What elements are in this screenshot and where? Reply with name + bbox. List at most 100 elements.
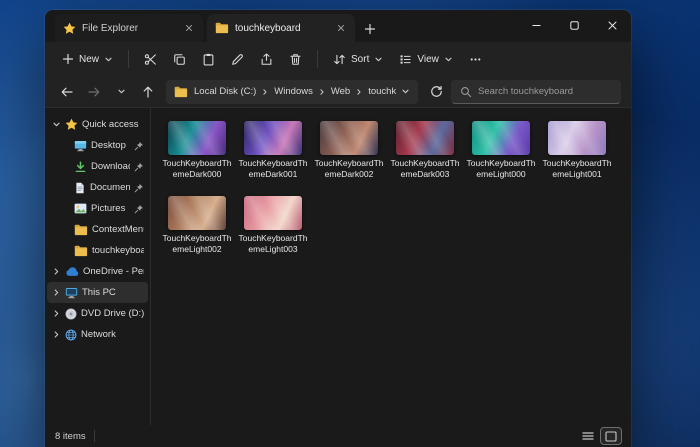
folder-icon — [174, 86, 188, 98]
copy-button[interactable] — [166, 46, 193, 72]
desktop-icon — [74, 140, 87, 152]
new-button-label: New — [79, 54, 99, 65]
breadcrumb[interactable]: Local Disk (C:) Windows Web touchkeyboard — [166, 80, 418, 104]
refresh-button[interactable] — [424, 80, 448, 104]
breadcrumb-item[interactable]: touchkeyboard — [367, 86, 396, 97]
refresh-icon — [430, 85, 443, 98]
breadcrumb-item[interactable]: Local Disk (C:) — [193, 86, 257, 97]
maximize-button[interactable] — [555, 10, 593, 40]
view-toggles — [578, 428, 621, 444]
close-button[interactable] — [593, 10, 631, 40]
share-button[interactable] — [253, 46, 280, 72]
window-controls — [517, 10, 631, 40]
thumbnails-view-button[interactable] — [601, 428, 621, 444]
file-item-touchkeyboardthemelight002[interactable]: TouchKeyboardThemeLight002 — [159, 193, 235, 258]
file-item-touchkeyboardthemedark000[interactable]: TouchKeyboardThemeDark000 — [159, 118, 235, 183]
plus-icon — [364, 23, 376, 35]
search-input[interactable] — [478, 86, 612, 97]
tab-close-icon[interactable] — [335, 22, 347, 34]
forward-icon — [87, 85, 101, 99]
sidebar-item-label: OneDrive - Personal — [83, 266, 144, 277]
forward-button[interactable] — [82, 80, 106, 104]
minimize-icon — [531, 20, 542, 31]
sidebar-item-label: touchkeyboard — [92, 245, 144, 256]
breadcrumb-item[interactable]: Web — [330, 86, 351, 97]
file-thumbnail — [548, 121, 606, 155]
tab-bar: File Explorertouchkeyboard — [45, 10, 631, 42]
sidebar-item-documents[interactable]: Documents — [47, 177, 148, 198]
sidebar-item-label: Downloads — [91, 161, 130, 172]
file-item-touchkeyboardthemelight000[interactable]: TouchKeyboardThemeLight000 — [463, 118, 539, 183]
file-item-touchkeyboardthemedark002[interactable]: TouchKeyboardThemeDark002 — [311, 118, 387, 183]
minimize-button[interactable] — [517, 10, 555, 40]
sidebar-item-pictures[interactable]: Pictures — [47, 198, 148, 219]
navigation-pane: Quick access Desktop Downloads Documents Pic… — [45, 108, 151, 425]
file-item-touchkeyboardthemelight001[interactable]: TouchKeyboardThemeLight001 — [539, 118, 615, 183]
network-icon — [65, 329, 77, 341]
folder-icon — [74, 245, 88, 257]
new-tab-button[interactable] — [357, 16, 383, 42]
breadcrumb-item[interactable]: Windows — [273, 86, 314, 97]
rename-button[interactable] — [224, 46, 251, 72]
cut-button[interactable] — [137, 46, 164, 72]
sidebar-item-network[interactable]: Network — [47, 324, 148, 345]
pin-icon — [134, 141, 144, 151]
file-thumbnail — [168, 121, 226, 155]
address-dropdown-icon[interactable] — [401, 87, 410, 96]
sidebar-item-label: Pictures — [91, 203, 130, 214]
sidebar-item-quick-access[interactable]: Quick access — [47, 114, 148, 135]
chevron-right-icon[interactable] — [52, 309, 61, 318]
details-view-button[interactable] — [578, 428, 598, 444]
chevron-right-icon[interactable] — [52, 267, 61, 276]
sort-button[interactable]: Sort — [326, 46, 390, 72]
sidebar-item-label: DVD Drive (D:) CCCO — [81, 308, 144, 319]
chevron-down-icon[interactable] — [52, 120, 61, 129]
view-icon — [399, 53, 412, 66]
statusbar-divider — [94, 430, 95, 442]
chevron-right-icon[interactable] — [52, 288, 61, 297]
file-name: TouchKeyboardThemeLight001 — [541, 158, 613, 180]
back-icon — [60, 85, 74, 99]
sidebar-item-onedrive-personal[interactable]: OneDrive - Personal — [47, 261, 148, 282]
recent-locations-button[interactable] — [109, 80, 133, 104]
sidebar-item-touchkeyboard[interactable]: touchkeyboard — [47, 240, 148, 261]
chevron-right-icon[interactable] — [52, 330, 61, 339]
sidebar-item-contextmenucust[interactable]: ContextMenuCust — [47, 219, 148, 240]
files-pane: TouchKeyboardThemeDark000TouchKeyboardTh… — [151, 108, 631, 425]
back-button[interactable] — [55, 80, 79, 104]
file-item-touchkeyboardthemedark003[interactable]: TouchKeyboardThemeDark003 — [387, 118, 463, 183]
new-button[interactable]: New — [55, 46, 120, 72]
sidebar-item-this-pc[interactable]: This PC — [47, 282, 148, 303]
pin-icon — [134, 162, 144, 172]
files-grid: TouchKeyboardThemeDark000TouchKeyboardTh… — [159, 118, 623, 258]
search-icon — [460, 86, 472, 98]
file-name: TouchKeyboardThemeDark003 — [389, 158, 461, 180]
explorer-content: Quick access Desktop Downloads Documents Pic… — [45, 108, 631, 425]
file-item-touchkeyboardthemelight003[interactable]: TouchKeyboardThemeLight003 — [235, 193, 311, 258]
sidebar-item-downloads[interactable]: Downloads — [47, 156, 148, 177]
command-bar: New Sort View — [45, 42, 631, 76]
view-button[interactable]: View — [392, 46, 460, 72]
tab-close-icon[interactable] — [183, 22, 195, 34]
sidebar-item-label: Desktop — [91, 140, 130, 151]
share-icon — [260, 53, 273, 66]
delete-button[interactable] — [282, 46, 309, 72]
expand-chevron-slot — [51, 309, 61, 318]
tab-file-explorer[interactable]: File Explorer — [55, 14, 203, 42]
toolbar-divider — [128, 50, 129, 68]
sidebar-item-desktop[interactable]: Desktop — [47, 135, 148, 156]
file-thumbnail — [472, 121, 530, 155]
up-button[interactable] — [136, 80, 160, 104]
sidebar-item-label: This PC — [82, 287, 144, 298]
sidebar-item-dvd-drive-d-ccco[interactable]: DVD Drive (D:) CCCO — [47, 303, 148, 324]
file-item-touchkeyboardthemedark001[interactable]: TouchKeyboardThemeDark001 — [235, 118, 311, 183]
scissors-icon — [144, 53, 157, 66]
tab-touchkeyboard[interactable]: touchkeyboard — [207, 14, 355, 42]
rename-icon — [231, 53, 244, 66]
paste-button[interactable] — [195, 46, 222, 72]
sort-icon — [333, 53, 346, 66]
delete-icon — [289, 53, 302, 66]
more-options-button[interactable] — [462, 46, 489, 72]
items-count: 8 items — [55, 431, 86, 442]
onedrive-icon — [65, 267, 79, 277]
